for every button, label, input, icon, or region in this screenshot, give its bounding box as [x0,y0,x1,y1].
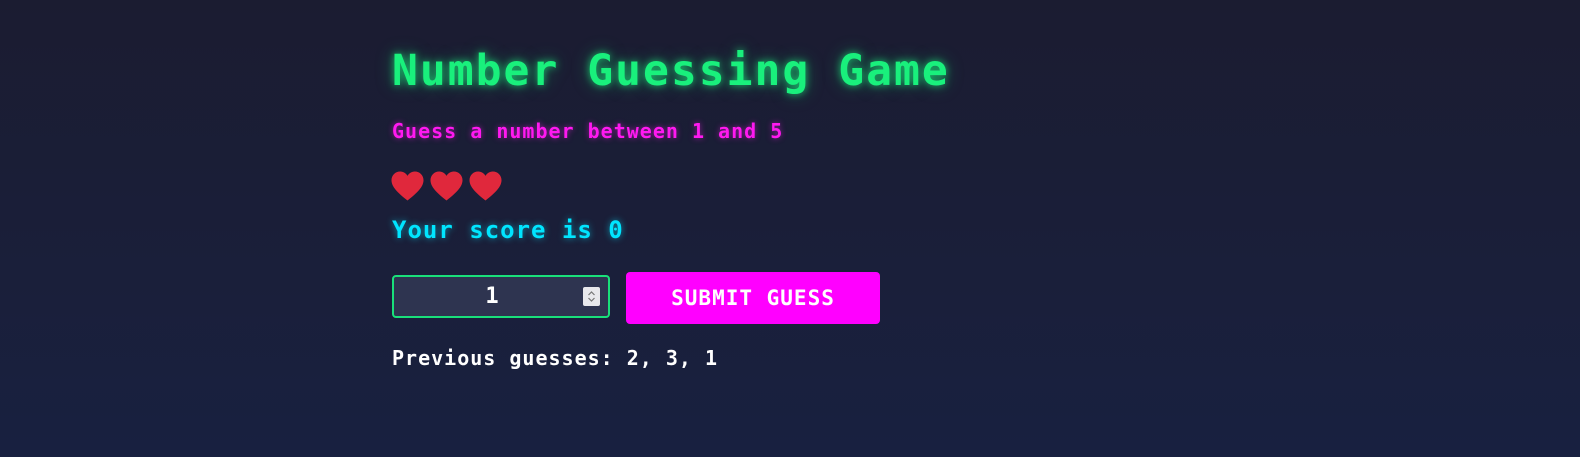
heart-icon [468,170,503,202]
heart-icon [429,170,464,202]
guess-input[interactable]: 1 [392,275,610,318]
submit-guess-button[interactable]: SUBMIT GUESS [626,272,880,324]
score-text: Your score is 0 [392,216,624,244]
previous-guesses: Previous guesses: 2, 3, 1 [392,346,719,370]
stepper-down-icon [588,297,595,302]
number-stepper[interactable] [583,287,600,306]
stepper-up-icon [588,291,595,296]
heart-icon [390,170,425,202]
lives-display [390,170,503,202]
game-instructions: Guess a number between 1 and 5 [392,119,784,143]
game-title: Number Guessing Game [392,46,950,96]
guess-input-value[interactable]: 1 [394,277,590,316]
